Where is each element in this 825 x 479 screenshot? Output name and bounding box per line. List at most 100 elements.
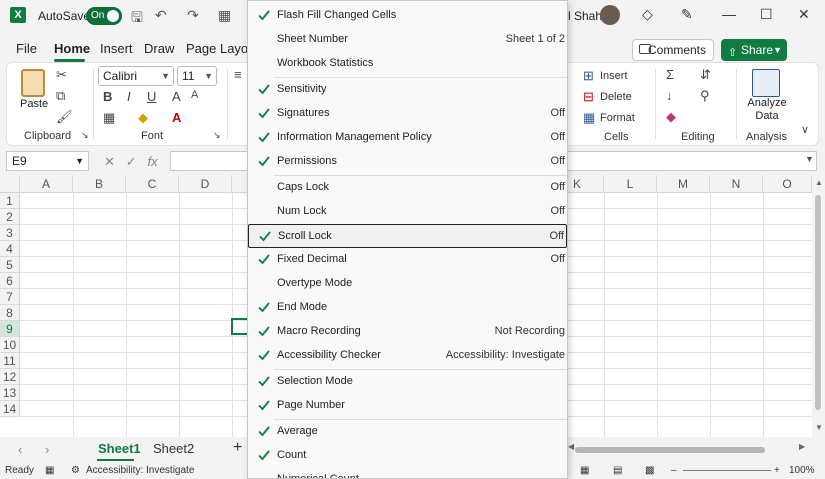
- cut-icon[interactable]: ✂: [56, 67, 67, 83]
- menu-item[interactable]: Page Number: [248, 394, 567, 418]
- vertical-scrollbar[interactable]: ▲ ▼: [812, 175, 825, 437]
- menu-item[interactable]: Sensitivity: [248, 78, 567, 102]
- font-size-select[interactable]: 11 ▼: [177, 66, 217, 86]
- column-header[interactable]: M: [657, 175, 710, 193]
- customize-toolbar-icon[interactable]: ▦: [218, 7, 231, 24]
- column-header[interactable]: A: [20, 175, 73, 193]
- row-header[interactable]: 1: [0, 193, 20, 209]
- row-header[interactable]: 8: [0, 305, 20, 321]
- tab-insert[interactable]: Insert: [100, 41, 133, 56]
- close-icon[interactable]: ✕: [798, 6, 810, 23]
- borders-icon[interactable]: ▦: [103, 110, 115, 126]
- menu-item[interactable]: Selection Mode: [248, 370, 567, 394]
- status-accessibility[interactable]: Accessibility: Investigate: [86, 465, 194, 476]
- font-shrink-icon[interactable]: A: [191, 89, 198, 101]
- menu-item[interactable]: Signatures Off: [248, 102, 567, 126]
- column-header[interactable]: L: [604, 175, 657, 193]
- row-header[interactable]: 3: [0, 225, 20, 241]
- row-header[interactable]: 6: [0, 273, 20, 289]
- format-painter-icon[interactable]: 🖌: [56, 109, 73, 125]
- enter-icon[interactable]: ✓: [126, 154, 137, 169]
- menu-item[interactable]: Workbook Statistics: [248, 52, 567, 76]
- row-header[interactable]: 13: [0, 385, 20, 401]
- dialog-launcher-icon[interactable]: ↘: [213, 130, 221, 141]
- scroll-up-icon[interactable]: ▲: [815, 178, 823, 187]
- row-header[interactable]: 4: [0, 241, 20, 257]
- column-header[interactable]: C: [126, 175, 179, 193]
- format-cells-label[interactable]: Format: [600, 112, 635, 124]
- menu-item[interactable]: Information Management Policy Off: [248, 126, 567, 150]
- format-cells-icon[interactable]: ▦: [583, 110, 595, 126]
- menu-item[interactable]: Permissions Off: [248, 150, 567, 174]
- tab-file[interactable]: File: [16, 41, 37, 56]
- add-sheet-icon[interactable]: +: [233, 439, 242, 457]
- fill-icon[interactable]: ↓: [666, 88, 673, 103]
- macro-icon[interactable]: ▦: [45, 465, 54, 476]
- zoom-out-icon[interactable]: –: [671, 465, 677, 476]
- menu-item[interactable]: Macro Recording Not Recording: [248, 320, 567, 344]
- menu-item[interactable]: Scroll Lock Off: [248, 224, 567, 248]
- autosave-toggle[interactable]: On: [86, 7, 122, 25]
- zoom-level[interactable]: 100%: [789, 465, 815, 476]
- comments-button[interactable]: Comments: [632, 39, 714, 61]
- select-all-corner[interactable]: [0, 175, 20, 193]
- save-icon[interactable]: 🖫: [131, 7, 143, 31]
- menu-item[interactable]: Numerical Count: [248, 468, 567, 478]
- row-header[interactable]: 12: [0, 369, 20, 385]
- row-header[interactable]: 5: [0, 257, 20, 273]
- row-header[interactable]: 14: [0, 401, 20, 417]
- insert-function-icon[interactable]: fx: [148, 154, 158, 169]
- redo-icon[interactable]: ↷: [187, 7, 199, 24]
- tab-draw[interactable]: Draw: [144, 41, 174, 56]
- underline-icon[interactable]: U: [147, 89, 156, 104]
- font-color-icon[interactable]: A: [172, 110, 181, 125]
- accessibility-icon[interactable]: ⚙: [71, 465, 80, 476]
- font-name-select[interactable]: Calibri ▼: [98, 66, 174, 86]
- menu-item[interactable]: End Mode: [248, 296, 567, 320]
- next-sheet-icon[interactable]: ›: [45, 442, 49, 457]
- column-header[interactable]: O: [763, 175, 812, 193]
- column-header[interactable]: B: [73, 175, 126, 193]
- normal-view-icon[interactable]: ▦: [580, 465, 589, 476]
- page-layout-view-icon[interactable]: ▤: [613, 465, 622, 476]
- scroll-left-icon[interactable]: ◀: [568, 442, 574, 451]
- copy-icon[interactable]: ⧉: [56, 88, 65, 104]
- column-header[interactable]: D: [179, 175, 232, 193]
- delete-cells-label[interactable]: Delete: [600, 91, 632, 103]
- page-break-view-icon[interactable]: ▩: [645, 465, 654, 476]
- column-header[interactable]: N: [710, 175, 763, 193]
- row-header[interactable]: 11: [0, 353, 20, 369]
- scroll-right-icon[interactable]: ▶: [799, 442, 805, 451]
- insert-cells-label[interactable]: Insert: [600, 70, 628, 82]
- menu-item[interactable]: Caps Lock Off: [248, 176, 567, 200]
- menu-item[interactable]: Average: [248, 420, 567, 444]
- collapse-ribbon-icon[interactable]: ∨: [801, 123, 809, 136]
- find-select-icon[interactable]: ⚲: [700, 88, 710, 104]
- fill-color-icon[interactable]: ◆: [138, 110, 148, 126]
- dialog-launcher-icon[interactable]: ↘: [81, 130, 89, 141]
- cancel-icon[interactable]: ✕: [104, 154, 115, 169]
- zoom-slider[interactable]: [683, 470, 771, 471]
- menu-item[interactable]: Overtype Mode: [248, 272, 567, 296]
- avatar[interactable]: [600, 5, 620, 25]
- menu-item[interactable]: Accessibility Checker Accessibility: Inve…: [248, 344, 567, 368]
- scroll-thumb[interactable]: [815, 195, 821, 410]
- share-button[interactable]: ⇧ Share ▼: [721, 39, 787, 61]
- align-icon[interactable]: ≡: [234, 67, 242, 82]
- sort-filter-icon[interactable]: ⇵: [700, 67, 711, 83]
- menu-item[interactable]: Count: [248, 444, 567, 468]
- row-header[interactable]: 9: [0, 321, 20, 337]
- clear-icon[interactable]: ◆: [666, 109, 676, 125]
- sheet-tab-sheet2[interactable]: Sheet2: [153, 441, 194, 456]
- row-header[interactable]: 2: [0, 209, 20, 225]
- undo-icon[interactable]: ↶: [155, 7, 167, 24]
- diamond-icon[interactable]: ◇: [642, 6, 653, 23]
- autosum-icon[interactable]: Σ: [666, 67, 674, 82]
- analyze-data-icon[interactable]: [752, 69, 780, 97]
- scroll-down-icon[interactable]: ▼: [815, 423, 823, 432]
- tab-home[interactable]: Home: [54, 41, 90, 56]
- zoom-in-icon[interactable]: +: [774, 465, 780, 476]
- pen-icon[interactable]: ✎: [681, 6, 693, 23]
- name-box[interactable]: E9 ▼: [6, 151, 89, 171]
- prev-sheet-icon[interactable]: ‹: [18, 442, 22, 457]
